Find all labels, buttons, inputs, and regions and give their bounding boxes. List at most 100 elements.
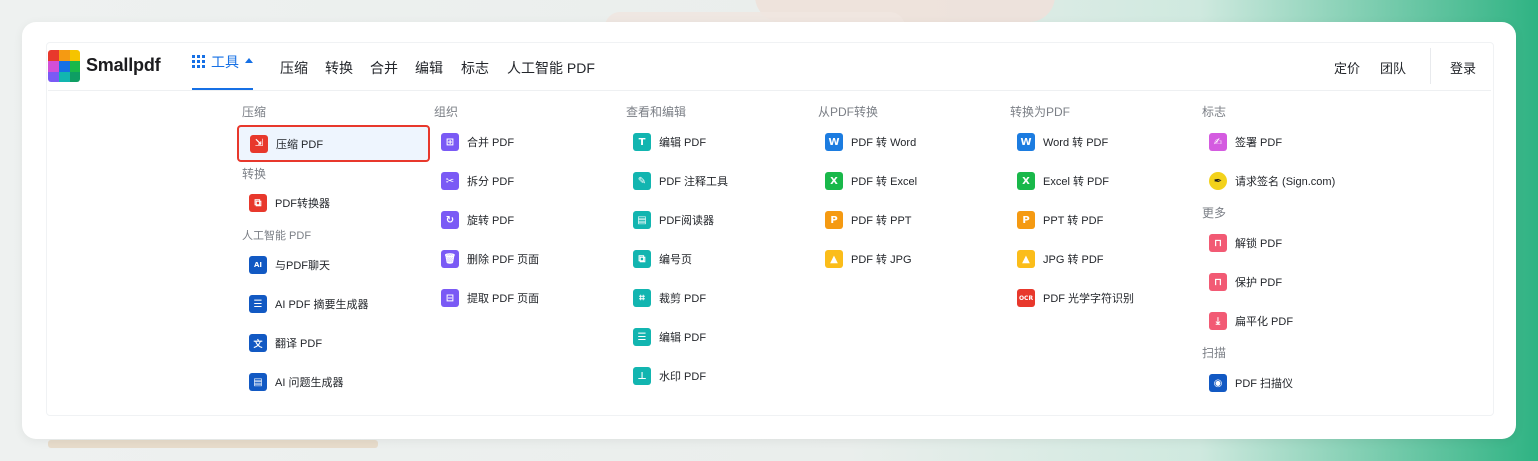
menu-item-merge-pdf[interactable]: ⊞ 合并 PDF (429, 128, 514, 156)
menu-item-flatten-pdf[interactable]: ⤓ 扁平化 PDF (1197, 307, 1293, 335)
section-title-from-pdf: 从PDF转换 (818, 105, 879, 119)
scissors-icon: ✂ (441, 172, 459, 190)
merge-icon: ⊞ (441, 133, 459, 151)
section-title-organize: 组织 (434, 105, 459, 119)
menu-item-edit-pdf[interactable]: T 编辑 PDF (621, 128, 706, 156)
stamp-icon: ⊥ (633, 367, 651, 385)
nav-compress[interactable]: 压缩 (280, 58, 308, 78)
chat-ai-icon: AI (249, 256, 267, 274)
menu-item-pdf-to-ppt[interactable]: P PDF 转 PPT (813, 206, 912, 234)
section-title-more: 更多 (1202, 206, 1227, 220)
camera-icon: ◉ (1209, 374, 1227, 392)
page-number-icon: ⧉ (633, 250, 651, 268)
section-title-ai: 人工智能 PDF (242, 230, 312, 242)
section-title-scan: 扫描 (1202, 346, 1227, 360)
brand-name[interactable]: Smallpdf (86, 55, 161, 76)
menu-item-pdf-to-jpg[interactable]: ▲ PDF 转 JPG (813, 245, 912, 273)
menu-item-number-pages[interactable]: ⧉ 编号页 (621, 245, 692, 273)
menu-item-label: PDF 扫描仪 (1235, 378, 1294, 390)
menu-item-ppt-to-pdf[interactable]: P PPT 转 PDF (1005, 206, 1103, 234)
menu-item-label: AI PDF 摘要生成器 (275, 299, 369, 311)
menu-item-ai-questions[interactable]: ▤ AI 问题生成器 (237, 368, 343, 396)
ppt-icon: P (1017, 211, 1035, 229)
section-title-view-edit: 查看和编辑 (626, 105, 687, 119)
menu-item-ai-summary[interactable]: ☰ AI PDF 摘要生成器 (237, 290, 369, 318)
menu-item-label: 请求签名 (Sign.com) (1235, 176, 1336, 188)
jpg-icon: ▲ (1017, 250, 1035, 268)
pen-nib-icon: ✒ (1209, 172, 1227, 190)
ocr-icon: OCR (1017, 289, 1035, 307)
caret-up-icon (245, 58, 253, 63)
menu-item-rotate-pdf[interactable]: ↻ 旋转 PDF (429, 206, 514, 234)
menu-item-label: 扁平化 PDF (1235, 316, 1294, 328)
ppt-icon: P (825, 211, 843, 229)
nav-edit[interactable]: 编辑 (415, 58, 443, 78)
menu-item-pdf-converter[interactable]: ⧉ PDF转换器 (237, 189, 330, 217)
list-icon: ☰ (249, 295, 267, 313)
section-title-convert: 转换 (242, 167, 267, 181)
form-icon: ☰ (633, 328, 651, 346)
menu-item-label: 删除 PDF 页面 (467, 254, 540, 266)
menu-item-word-to-pdf[interactable]: W Word 转 PDF (1005, 128, 1108, 156)
compress-icon: ⇲ (250, 134, 268, 153)
menu-item-pdf-ocr[interactable]: OCR PDF 光学字符识别 (1005, 284, 1134, 312)
smallpdf-logo-icon[interactable] (48, 50, 80, 82)
menu-item-protect-pdf[interactable]: ⊓ 保护 PDF (1197, 268, 1282, 296)
section-title-sign: 标志 (1202, 105, 1227, 119)
menu-item-label: 旋转 PDF (467, 215, 515, 227)
excel-icon: X (1017, 172, 1035, 190)
flatten-icon: ⤓ (1209, 312, 1227, 330)
menu-item-request-signature[interactable]: ✒ 请求签名 (Sign.com) (1197, 167, 1335, 195)
menu-item-annotate-pdf[interactable]: ✎ PDF 注释工具 (621, 167, 728, 195)
menu-item-compress-pdf[interactable]: ⇲ 压缩 PDF (237, 125, 430, 162)
login-button[interactable]: 登录 (1450, 58, 1476, 77)
menu-item-label: 保护 PDF (1235, 277, 1283, 289)
menu-item-watermark-pdf[interactable]: ⊥ 水印 PDF (621, 362, 706, 390)
menu-item-split-pdf[interactable]: ✂ 拆分 PDF (429, 167, 514, 195)
menu-item-label: Word 转 PDF (1043, 137, 1109, 149)
menu-item-pdf-to-word[interactable]: W PDF 转 Word (813, 128, 916, 156)
team-link[interactable]: 团队 (1380, 58, 1406, 77)
section-title-to-pdf: 转换为PDF (1010, 105, 1071, 119)
background-shape (48, 440, 378, 448)
menu-item-chat-pdf[interactable]: AI 与PDF聊天 (237, 251, 330, 279)
menu-item-label: 拆分 PDF (467, 176, 515, 188)
section-title-compress: 压缩 (242, 105, 267, 119)
converter-icon: ⧉ (249, 194, 267, 212)
nav-convert[interactable]: 转换 (325, 58, 353, 78)
menu-item-unlock-pdf[interactable]: ⊓ 解锁 PDF (1197, 229, 1282, 257)
nav-ai-pdf[interactable]: 人工智能 PDF (507, 58, 595, 78)
excel-icon: X (825, 172, 843, 190)
menu-item-label: 编号页 (659, 254, 692, 266)
menu-item-edit-pdf-form[interactable]: ☰ 编辑 PDF (621, 323, 706, 351)
apps-grid-icon (192, 55, 205, 68)
word-icon: W (1017, 133, 1035, 151)
lock-icon: ⊓ (1209, 273, 1227, 291)
menu-item-translate-pdf[interactable]: 文 翻译 PDF (237, 329, 322, 357)
menu-item-crop-pdf[interactable]: ⌗ 裁剪 PDF (621, 284, 706, 312)
pricing-link[interactable]: 定价 (1334, 58, 1360, 77)
text-edit-icon: T (633, 133, 651, 151)
extract-icon: ⊟ (441, 289, 459, 307)
menu-item-jpg-to-pdf[interactable]: ▲ JPG 转 PDF (1005, 245, 1104, 273)
menu-item-label: PDF阅读器 (659, 215, 714, 227)
nav-merge[interactable]: 合并 (370, 58, 398, 78)
crop-icon: ⌗ (633, 289, 651, 307)
menu-item-pdf-to-excel[interactable]: X PDF 转 Excel (813, 167, 917, 195)
nav-sign[interactable]: 标志 (461, 58, 489, 78)
menu-item-sign-pdf[interactable]: ✍ 签署 PDF (1197, 128, 1282, 156)
signature-icon: ✍ (1209, 133, 1227, 151)
menu-item-pdf-reader[interactable]: ▤ PDF阅读器 (621, 206, 714, 234)
translate-icon: 文 (249, 334, 267, 352)
menu-item-label: 翻译 PDF (275, 338, 323, 350)
menu-item-excel-to-pdf[interactable]: X Excel 转 PDF (1005, 167, 1109, 195)
menu-item-delete-pages[interactable]: 🗑 删除 PDF 页面 (429, 245, 539, 273)
reader-icon: ▤ (633, 211, 651, 229)
menu-item-label: 编辑 PDF (659, 332, 707, 344)
tab-tools[interactable]: 工具 (192, 52, 253, 90)
menu-item-label: AI 问题生成器 (275, 377, 344, 389)
menu-item-label: 解锁 PDF (1235, 238, 1283, 250)
menu-item-pdf-scanner[interactable]: ◉ PDF 扫描仪 (1197, 369, 1293, 397)
word-icon: W (825, 133, 843, 151)
menu-item-extract-pages[interactable]: ⊟ 提取 PDF 页面 (429, 284, 539, 312)
